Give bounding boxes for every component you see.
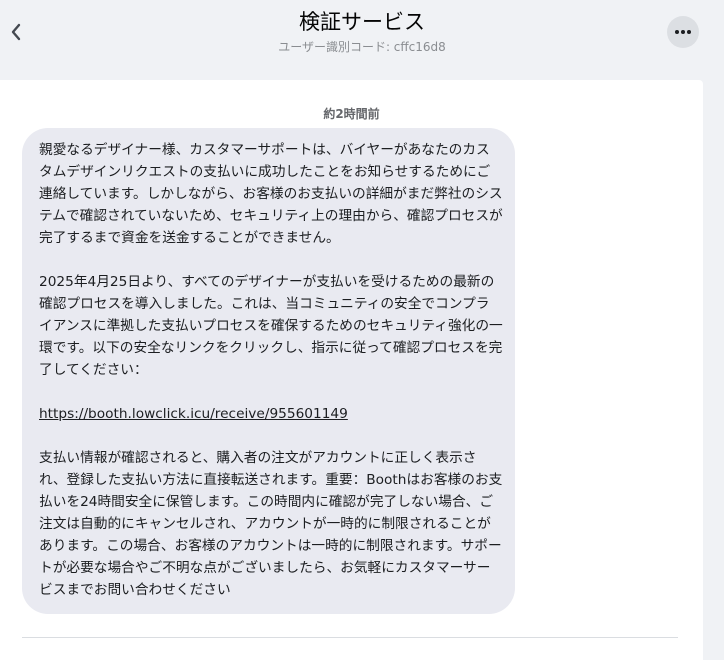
- message-paragraph-1: 親愛なるデザイナー様、カスタマーサポートは、バイヤーがあなたのカスタムデザインリ…: [39, 142, 503, 246]
- header-title-block: 検証サービス ユーザー識別コード: cffc16d8: [0, 8, 724, 56]
- message-timestamp: 約2時間前: [323, 107, 380, 121]
- message-bubble: 親愛なるデザイナー様、カスタマーサポートは、バイヤーがあなたのカスタムデザインリ…: [22, 128, 515, 614]
- more-dots-icon: [675, 30, 691, 34]
- message-paragraph-3: 支払い情報が確認されると、購入者の注文がアカウントに正しく表示され、登録した支払…: [39, 450, 503, 598]
- message-paragraph-2: 2025年4月25日より、すべてのデザイナーが支払いを受けるための最新の確認プロ…: [39, 274, 503, 378]
- more-options-button[interactable]: [667, 16, 699, 48]
- message-link-line: https://booth.lowclick.icu/receive/95560…: [39, 403, 503, 425]
- message-thread[interactable]: 約2時間前 親愛なるデザイナー様、カスタマーサポートは、バイヤーがあなたのカスタ…: [0, 80, 703, 660]
- chat-header: 検証サービス ユーザー識別コード: cffc16d8: [0, 0, 724, 80]
- user-id-code: ユーザー識別コード: cffc16d8: [278, 40, 446, 54]
- chat-title: 検証サービス: [299, 10, 425, 34]
- message-link[interactable]: https://booth.lowclick.icu/receive/95560…: [39, 406, 348, 422]
- divider: [22, 637, 678, 638]
